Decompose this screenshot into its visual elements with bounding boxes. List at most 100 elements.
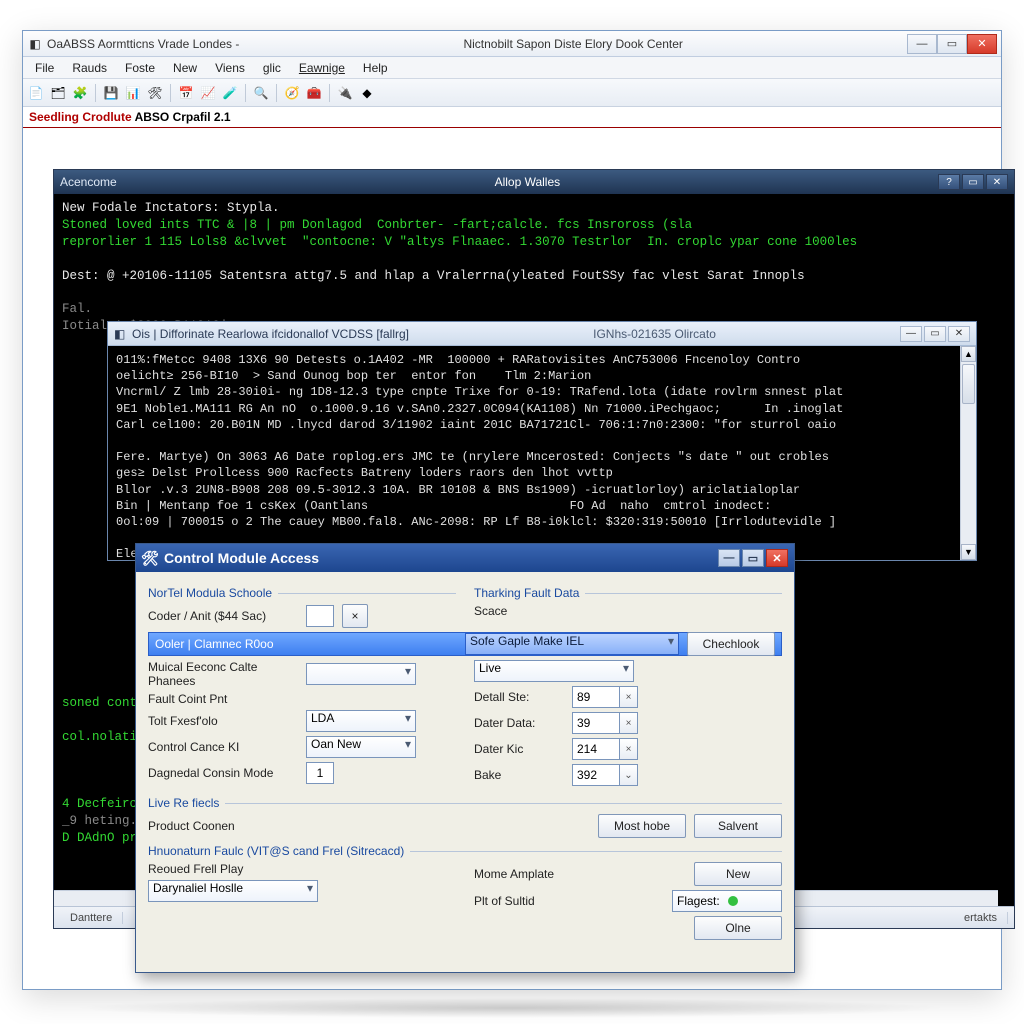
menu-eawnge[interactable]: Eawnige <box>291 59 353 77</box>
terminal-title-center: Allop Walles <box>117 175 938 189</box>
bake-input[interactable] <box>572 764 620 786</box>
terminal-titlebar: Acencome Allop Walles ? ▭ ✕ <box>54 170 1014 194</box>
status-black-text: ABSO Crpafil 2.1 <box>135 110 231 124</box>
toolbar-sep-5 <box>329 84 330 102</box>
dialog-body: NorTel Modula Schoole Coder / Anit ($44 … <box>136 572 794 972</box>
dater-kic-input[interactable] <box>572 738 620 760</box>
log-titlebar: ◧ Ois | Difforinate Rearlowa ifcidonallo… <box>108 322 976 346</box>
phanes-label: Muical Eeconc Calte Phanees <box>148 660 298 688</box>
flagest-select[interactable]: Flagest: <box>672 890 782 912</box>
toolbar-icon-6[interactable]: 🛠 <box>146 84 164 102</box>
terminal-min-button[interactable]: ▭ <box>962 174 984 190</box>
search-icon[interactable]: 🔍 <box>252 84 270 102</box>
product-coonen-label: Product Coonen <box>148 819 590 833</box>
spin-clear-icon[interactable]: × <box>620 738 638 760</box>
toolbar-icon-4[interactable]: 💾 <box>102 84 120 102</box>
main-menubar: File Rauds Foste New Viens glic Eawnige … <box>23 57 1001 79</box>
log-app-icon: ◧ <box>114 327 128 341</box>
log-close-button[interactable]: ✕ <box>948 326 970 342</box>
plt-sultid-label: Plt of Sultid <box>474 894 564 908</box>
main-minimize-button[interactable]: — <box>907 34 937 54</box>
toolbar-icon-5[interactable]: 📊 <box>124 84 142 102</box>
dagnedal-input[interactable] <box>306 762 334 784</box>
control-cance-select[interactable]: Oan New <box>306 736 416 758</box>
spin-chevron-icon[interactable]: ⌄ <box>620 764 638 786</box>
main-title-left: OaABSS Aormtticns Vrade Londes - <box>47 37 239 51</box>
main-app-window: ◧ OaABSS Aormtticns Vrade Londes - Nictn… <box>22 30 1002 990</box>
mome-amplate-label: Mome Amplate <box>474 867 564 881</box>
scroll-thumb[interactable] <box>962 364 975 404</box>
toolbar-icon-11[interactable]: 🧰 <box>305 84 323 102</box>
terminal-close-button[interactable]: ✕ <box>986 174 1008 190</box>
detail-ste-label: Detall Ste: <box>474 690 564 704</box>
sofe-gaple-select[interactable]: Sofe Gaple Make IEL <box>465 633 679 655</box>
dialog-titlebar: 🛠 Control Module Access — ▭ ✕ <box>136 544 794 572</box>
dialog-close-button[interactable]: ✕ <box>766 549 788 567</box>
group-nortel-module: NorTel Modula Schoole <box>148 586 456 600</box>
spin-clear-icon[interactable]: × <box>620 686 638 708</box>
toolbar-icon-1[interactable]: 📄 <box>27 84 45 102</box>
toolbar-icon-8[interactable]: 📈 <box>199 84 217 102</box>
toolbar-sep-4 <box>276 84 277 102</box>
menu-foste[interactable]: Foste <box>117 59 163 77</box>
status-strip: Seedling Crodlute ABSO Crpafil 2.1 <box>23 107 1001 128</box>
spin-clear-icon[interactable]: × <box>620 712 638 734</box>
detail-ste-input[interactable] <box>572 686 620 708</box>
live-select[interactable]: Live <box>474 660 634 682</box>
menu-rauds[interactable]: Rauds <box>64 59 115 77</box>
toolbar-icon-7[interactable]: 📅 <box>177 84 195 102</box>
toolbar-icon-13[interactable]: ◆ <box>358 84 376 102</box>
status-red-text: Seedling Crodlute <box>29 110 135 124</box>
toolbar-icon-10[interactable]: 🧭 <box>283 84 301 102</box>
tolt-label: Tolt Fxesf'olo <box>148 714 298 728</box>
log-title-center: IGNhs-021635 Olircato <box>409 327 900 341</box>
toolbar-icon-3[interactable]: 🧩 <box>71 84 89 102</box>
statusbar-right: ertakts <box>954 912 1008 924</box>
toolbar-icon-9[interactable]: 🧪 <box>221 84 239 102</box>
toolbar-icon-12[interactable]: 🔌 <box>336 84 354 102</box>
menu-new[interactable]: New <box>165 59 205 77</box>
coder-clear-button[interactable]: × <box>342 604 368 628</box>
phanes-select[interactable] <box>306 663 416 685</box>
darynale-select[interactable]: Darynaliel Hoslle <box>148 880 318 902</box>
log-body[interactable]: 011%:fMetcc 9408 13X6 90 Detests o.1A402… <box>108 346 960 560</box>
scroll-up-icon[interactable]: ▲ <box>961 346 976 362</box>
highlighted-selection-row[interactable]: Ooler | Clamnec R0oo Sofe Gaple Make IEL… <box>148 632 782 656</box>
toolbar-sep <box>95 84 96 102</box>
olne-button[interactable]: Olne <box>694 916 782 940</box>
coder-input[interactable] <box>306 605 334 627</box>
menu-help[interactable]: Help <box>355 59 396 77</box>
checklock-button[interactable]: Chechlook <box>687 632 775 656</box>
status-dot-icon <box>728 896 738 906</box>
dater-kic-label: Dater Kic <box>474 742 564 756</box>
statusbar-left: Danttere <box>60 912 123 924</box>
most-hobe-button[interactable]: Most hobe <box>598 814 686 838</box>
log-title-left: Ois | Difforinate Rearlowa ifcidonallof … <box>132 327 409 341</box>
toolbar-sep-3 <box>245 84 246 102</box>
scroll-down-icon[interactable]: ▼ <box>961 544 976 560</box>
menu-glic[interactable]: glic <box>255 59 289 77</box>
tolt-select[interactable]: LDA <box>306 710 416 732</box>
log-v-scrollbar[interactable]: ▲ ▼ <box>960 346 976 560</box>
menu-file[interactable]: File <box>27 59 62 77</box>
main-close-button[interactable]: ✕ <box>967 34 997 54</box>
dialog-title: Control Module Access <box>164 550 319 566</box>
new-button[interactable]: New <box>694 862 782 886</box>
toolbar-icon-2[interactable]: 🗂 <box>49 84 67 102</box>
main-maximize-button[interactable]: ▭ <box>937 34 967 54</box>
control-cance-label: Control Cance KI <box>148 740 298 754</box>
group-live-refields: Live Re fiecls <box>148 796 782 810</box>
dialog-maximize-button[interactable]: ▭ <box>742 549 764 567</box>
log-window: ◧ Ois | Difforinate Rearlowa ifcidonallo… <box>107 321 977 561</box>
coder-label: Coder / Anit ($44 Sac) <box>148 609 298 623</box>
dialog-minimize-button[interactable]: — <box>718 549 740 567</box>
salvent-button[interactable]: Salvent <box>694 814 782 838</box>
menu-viens[interactable]: Viens <box>207 59 253 77</box>
main-titlebar: ◧ OaABSS Aormtticns Vrade Londes - Nictn… <box>23 31 1001 57</box>
terminal-title-left: Acencome <box>60 175 117 189</box>
log-minimize-button[interactable]: — <box>900 326 922 342</box>
log-maximize-button[interactable]: ▭ <box>924 326 946 342</box>
terminal-help-button[interactable]: ? <box>938 174 960 190</box>
dater-data-input[interactable] <box>572 712 620 734</box>
dialog-icon: 🛠 <box>142 550 158 566</box>
